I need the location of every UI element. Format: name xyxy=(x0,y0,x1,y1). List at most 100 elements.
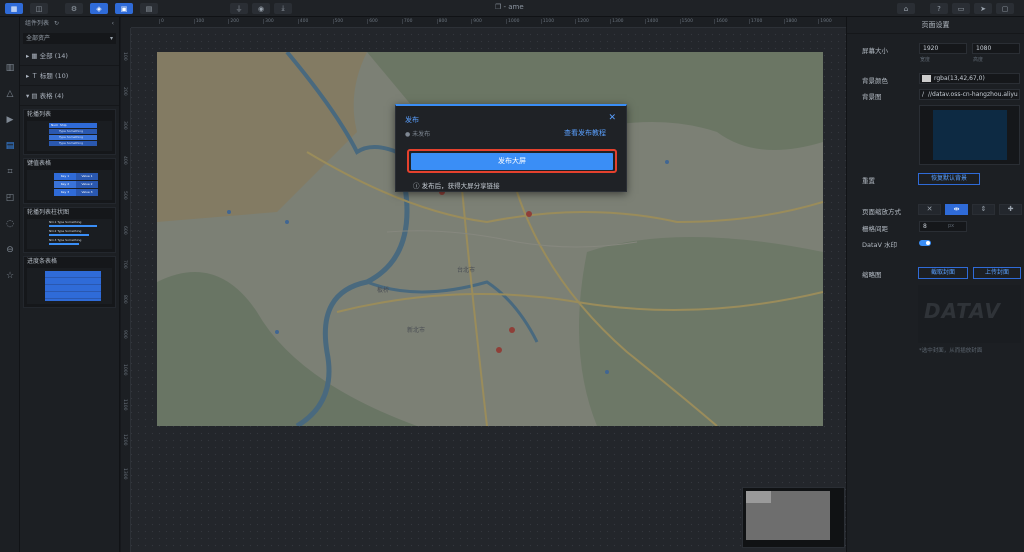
info-icon: ⓘ xyxy=(413,182,422,190)
text-icon: Ｔ xyxy=(31,72,40,80)
ruler-tick-label: 500 xyxy=(332,19,344,24)
bg-image-label: 背景图 xyxy=(862,93,882,101)
category-title[interactable]: ▸ Ｔ 标题 (10) xyxy=(20,66,119,86)
map-icon[interactable]: △ xyxy=(4,88,16,100)
calendar-icon[interactable]: ▤ xyxy=(140,3,158,14)
status-dot-icon: ● xyxy=(405,131,411,138)
thumbnail-label: 缩略图 xyxy=(862,271,882,279)
capture-cover-button[interactable]: 截取封面 xyxy=(918,267,968,279)
table-icon[interactable]: ▤ xyxy=(4,140,16,152)
reset-label: 重置 xyxy=(862,177,875,185)
settings-icon[interactable]: ⚙ xyxy=(65,3,83,14)
category-icon-bar: ▥ △ ▶ ▤ ⌗ ◰ ◌ ⊖ ☆ xyxy=(0,17,20,552)
publish-icon[interactable]: ➤ xyxy=(974,3,992,14)
component-card-key-value-table[interactable]: 键值表格 Key 1 Value 1 Key 2 Value 2 Key 3 V… xyxy=(23,158,116,204)
collapse-icon[interactable]: ‹ xyxy=(112,17,114,31)
close-icon[interactable]: ✕ xyxy=(608,113,616,123)
width-input[interactable]: 1920 xyxy=(919,43,967,54)
ruler-tick-label: 1700 xyxy=(748,19,763,24)
panel-title: 页面设置 xyxy=(847,17,1024,34)
category-table[interactable]: ▾ ▤ 表格 (4) xyxy=(20,86,119,106)
horizontal-ruler[interactable]: 0 100 200 300 400 500 600 700 800 900 1000 1100 1200… xyxy=(131,17,846,28)
filter-icon[interactable]: ⏚ xyxy=(230,3,248,14)
ruler-tick-label: 600 xyxy=(122,225,127,235)
card-preview: Key 1 Value 1 Key 2 Value 2 Key 3 Value … xyxy=(27,170,112,200)
ruler-tick-label: 400 xyxy=(297,19,309,24)
screen-icon[interactable]: ▢ xyxy=(996,3,1014,14)
record-icon[interactable]: ◉ xyxy=(252,3,270,14)
layer-panel-toggle-icon[interactable]: ▦ xyxy=(5,3,23,14)
ruler-tick-label: 200 xyxy=(122,86,127,96)
height-input[interactable]: 1080 xyxy=(972,43,1020,54)
scale-none-icon[interactable]: ✕ xyxy=(918,204,941,215)
width-sublabel: 宽度 xyxy=(920,57,931,63)
publish-tutorial-link[interactable]: 查看发布教程 xyxy=(564,128,606,138)
ruler-corner xyxy=(121,17,131,28)
component-card-carousel-list[interactable]: 轮播列表 Num Ship Type Something Type Someth… xyxy=(23,109,116,155)
grid-icon: ▦ xyxy=(31,52,40,60)
publish-status: ● 未发布 xyxy=(405,131,431,138)
reset-bg-button[interactable]: 恢复默认背景 xyxy=(918,173,980,185)
scale-full-icon[interactable]: ✚ xyxy=(999,204,1022,215)
component-panel: 组件列表 ↻ ‹ 全部资产 ▾ ▸ ▦ 全部 (14) ▸ Ｔ 标题 (10) … xyxy=(20,17,120,552)
chevron-down-icon: ▾ xyxy=(109,35,113,42)
document-title: ❐ - ame xyxy=(495,3,524,11)
help-icon[interactable]: ? xyxy=(930,3,948,14)
component-card-carousel-bar-list[interactable]: 轮播列表柱状图 NO.1 Type Something NO.2 Type So… xyxy=(23,207,116,253)
copy-icon: ❐ xyxy=(495,3,504,11)
bg-color-input[interactable]: rgba(13,42,67,0) xyxy=(919,73,1020,84)
panel-right-toggle-icon[interactable]: ▣ xyxy=(115,3,133,14)
card-preview: Num Ship Type Something Type Something T… xyxy=(27,121,112,151)
ruler-tick-label: 200 xyxy=(228,19,239,24)
scale-width-icon[interactable]: ⇹ xyxy=(945,204,968,215)
ruler-tick-label: 1000 xyxy=(506,19,520,24)
interaction-icon[interactable]: ⌗ xyxy=(4,166,16,178)
vertical-ruler[interactable]: 100 200 300 400 500 600 700 800 900 1000 1100 1200 1… xyxy=(121,28,131,552)
bg-image-preview[interactable] xyxy=(919,105,1020,165)
card-title: 轮播列表 xyxy=(27,111,52,118)
upload-cover-button[interactable]: 上传封面 xyxy=(973,267,1021,279)
grid-input[interactable]: 8 px xyxy=(919,221,967,232)
other-icon[interactable]: ◌ xyxy=(4,218,16,230)
publish-hint: ⓘ 发布后，获得大屏分享链接 xyxy=(413,182,500,190)
star-icon[interactable]: ☆ xyxy=(4,270,16,282)
minus-circle-icon[interactable]: ⊖ xyxy=(4,244,16,256)
category-all[interactable]: ▸ ▦ 全部 (14) xyxy=(20,46,119,66)
ruler-tick-label: 100 xyxy=(122,52,127,61)
publish-screen-button[interactable]: 发布大屏 xyxy=(411,153,613,170)
card-title: 轮播列表柱状图 xyxy=(27,209,70,216)
ruler-tick-label: 1600 xyxy=(714,19,728,24)
component-card-progress-table[interactable]: 进度条表格 xyxy=(23,256,116,308)
download-icon[interactable]: ⤓ xyxy=(274,3,292,14)
canvas-minimap[interactable] xyxy=(742,487,845,548)
table-icon: ▤ xyxy=(31,92,40,100)
screen-size-label: 屏幕大小 xyxy=(862,47,888,55)
material-icon[interactable]: ◰ xyxy=(4,192,16,204)
top-toolbar: ▦ ◫ ⚙ ◈ ▣ ▤ ⏚ ◉ ⤓ ❐ - ame ⌂ ? ▭ ➤ ▢ xyxy=(0,0,1024,17)
ruler-tick-label: 900 xyxy=(122,329,127,339)
scale-height-icon[interactable]: ⇕ xyxy=(972,204,995,215)
ruler-tick-label: 800 xyxy=(122,294,127,304)
cube-icon[interactable]: ◈ xyxy=(90,3,108,14)
ruler-tick-label: 1200 xyxy=(575,19,589,24)
home-icon[interactable]: ⌂ xyxy=(897,3,915,14)
color-swatch[interactable] xyxy=(922,75,931,82)
ruler-tick-label: 800 xyxy=(436,19,448,24)
card-preview: NO.1 Type Something NO.2 Type Something … xyxy=(27,219,112,249)
thumbnail-hint: *选中封面，从而插放封面 xyxy=(919,348,983,354)
ruler-tick-label: 300 xyxy=(263,19,274,24)
ruler-tick-label: 1000 xyxy=(122,364,127,376)
asset-select[interactable]: 全部资产 ▾ xyxy=(23,33,116,44)
component-panel-toggle-icon[interactable]: ◫ xyxy=(30,3,48,14)
watermark-toggle[interactable] xyxy=(919,240,931,246)
scale-mode-group: ✕ ⇹ ⇕ ✚ xyxy=(847,204,1024,215)
bg-image-url-input[interactable]: ///datav.oss-cn-hangzhou.aliyu xyxy=(919,89,1020,100)
ruler-tick-label: 600 xyxy=(367,19,378,24)
minimap-viewport[interactable] xyxy=(746,491,771,503)
ruler-tick-label: 900 xyxy=(471,19,482,24)
preview-icon[interactable]: ▭ xyxy=(952,3,970,14)
media-icon[interactable]: ▶ xyxy=(4,114,16,126)
chart-icon[interactable]: ▥ xyxy=(4,62,16,74)
card-title: 进度条表格 xyxy=(27,258,58,265)
refresh-icon[interactable]: ↻ xyxy=(54,20,59,27)
